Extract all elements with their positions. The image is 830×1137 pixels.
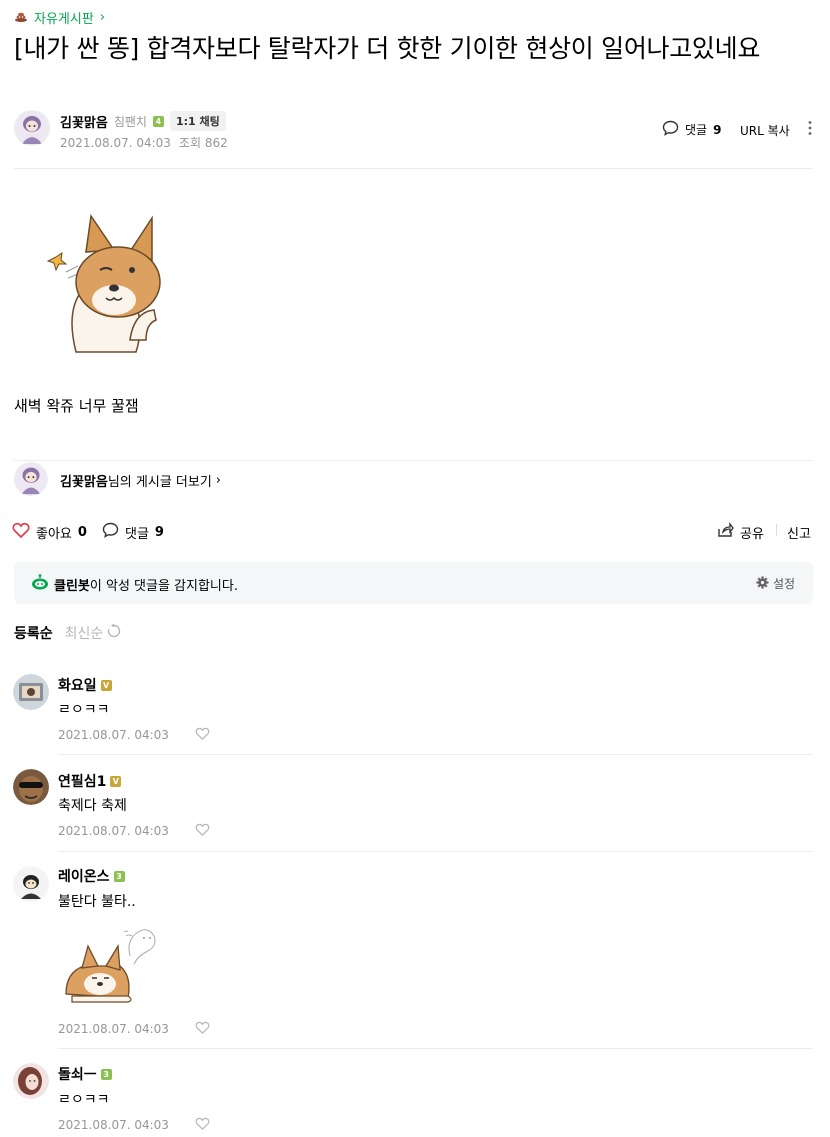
level-badge-icon: 4 <box>152 115 164 127</box>
level-badge-icon: V <box>100 679 112 691</box>
comment-like-heart-icon[interactable] <box>195 821 210 840</box>
divider <box>58 851 813 852</box>
sort-latest-tab[interactable]: 최신순 <box>65 623 123 643</box>
report-button[interactable]: 신고 <box>787 523 811 542</box>
post-views: 조회 862 <box>178 136 228 150</box>
level-badge-icon: 3 <box>100 1068 112 1080</box>
like-count: 0 <box>77 524 87 540</box>
post-date: 2021.08.07. 04:03 <box>60 135 171 150</box>
post-title: [내가 싼 똥] 합격자보다 탈락자가 더 핫한 기이한 현상이 일어나고있네요 <box>14 34 761 63</box>
commenter-avatar[interactable] <box>13 769 49 805</box>
comment-like-heart-icon[interactable] <box>195 725 210 744</box>
corgi-lying-sticker-image <box>62 922 162 1008</box>
chevron-right-icon: › <box>215 473 221 488</box>
cleanbot-name: 클린봇 <box>54 578 90 594</box>
comment-date: 2021.08.07. 04:03 <box>58 1021 169 1036</box>
commenter-name[interactable]: 돌쇠ㅡ <box>58 1064 97 1084</box>
sort-latest-label: 최신순 <box>64 626 104 642</box>
share-label: 공유 <box>740 526 764 542</box>
commenter-avatar[interactable] <box>13 674 49 710</box>
sort-registered-tab[interactable]: 등록순 <box>14 623 53 643</box>
author-avatar-small[interactable] <box>14 462 48 496</box>
share-icon <box>716 522 734 542</box>
level-badge-icon: V <box>110 775 122 787</box>
commenter-name[interactable]: 연필심1 <box>58 771 106 791</box>
chat-button[interactable]: 1:1 채팅 <box>169 111 226 131</box>
settings-label: 설정 <box>773 577 796 591</box>
chevron-right-icon: › <box>99 10 106 25</box>
comment-text: ㄹㅇㅋㅋ <box>58 1092 110 1108</box>
commenter-avatar[interactable] <box>13 1063 49 1099</box>
divider <box>14 168 813 169</box>
url-copy-button[interactable]: URL 복사 <box>740 122 790 139</box>
poop-icon <box>14 10 28 26</box>
commenter-name[interactable]: 화요일 <box>58 675 97 695</box>
header-comment-label: 댓글 <box>685 123 708 137</box>
comment-button[interactable]: 댓글 9 <box>102 522 164 542</box>
comment-count: 9 <box>154 524 164 540</box>
more-posts-link[interactable]: 김꽃맑음 님의 게시글 더보기 › <box>60 471 221 490</box>
author-avatar[interactable] <box>14 110 50 146</box>
refresh-icon <box>106 623 122 643</box>
more-posts-author: 김꽃맑음 <box>60 475 108 490</box>
share-button[interactable]: 공유 <box>716 522 764 542</box>
comment-bubble-icon <box>102 522 119 542</box>
more-options-icon[interactable] <box>807 120 813 136</box>
comment-bubble-icon <box>662 120 679 139</box>
cleanbot-banner: 클린봇 이 악성 댓글을 감지합니다. 설정 <box>14 562 813 604</box>
gear-icon <box>756 575 769 592</box>
post-body-text: 새벽 왁쥬 너무 꿀잼 <box>14 397 139 415</box>
comment-like-heart-icon[interactable] <box>195 1019 210 1038</box>
divider <box>14 460 813 461</box>
author-grade: 침팬치 <box>113 114 147 129</box>
like-button[interactable]: 좋아요 0 <box>12 522 87 542</box>
comment-text: 불탄다 불타.. <box>58 894 136 910</box>
comment-text: 축제다 축제 <box>58 798 127 814</box>
author-name[interactable]: 김꽃맑음 <box>60 112 108 131</box>
comment-date: 2021.08.07. 04:03 <box>58 823 169 838</box>
separator <box>776 524 777 536</box>
divider <box>58 754 813 755</box>
heart-icon <box>12 522 30 542</box>
cleanbot-settings-button[interactable]: 설정 <box>756 575 795 592</box>
comment-date: 2021.08.07. 04:03 <box>58 1117 169 1132</box>
board-link[interactable]: 자유게시판 › <box>14 8 105 27</box>
comment-text: ㄹㅇㅋㅋ <box>58 702 110 718</box>
comment-date: 2021.08.07. 04:03 <box>58 727 169 742</box>
board-name: 자유게시판 <box>34 12 94 27</box>
like-label: 좋아요 <box>36 526 72 542</box>
comment-label: 댓글 <box>125 526 149 542</box>
corgi-sticker-image <box>46 212 166 358</box>
cleanbot-icon <box>30 574 50 594</box>
more-posts-suffix: 님의 게시글 더보기 <box>107 475 212 490</box>
cleanbot-message: 이 악성 댓글을 감지합니다. <box>89 578 238 594</box>
header-comment-count: 9 <box>713 122 722 137</box>
divider <box>58 1048 813 1049</box>
level-badge-icon: 3 <box>113 870 125 882</box>
commenter-avatar[interactable] <box>13 866 49 902</box>
commenter-name[interactable]: 레이온스 <box>58 866 110 886</box>
comment-like-heart-icon[interactable] <box>195 1115 210 1134</box>
header-comment-button[interactable]: 댓글 9 <box>662 120 721 139</box>
